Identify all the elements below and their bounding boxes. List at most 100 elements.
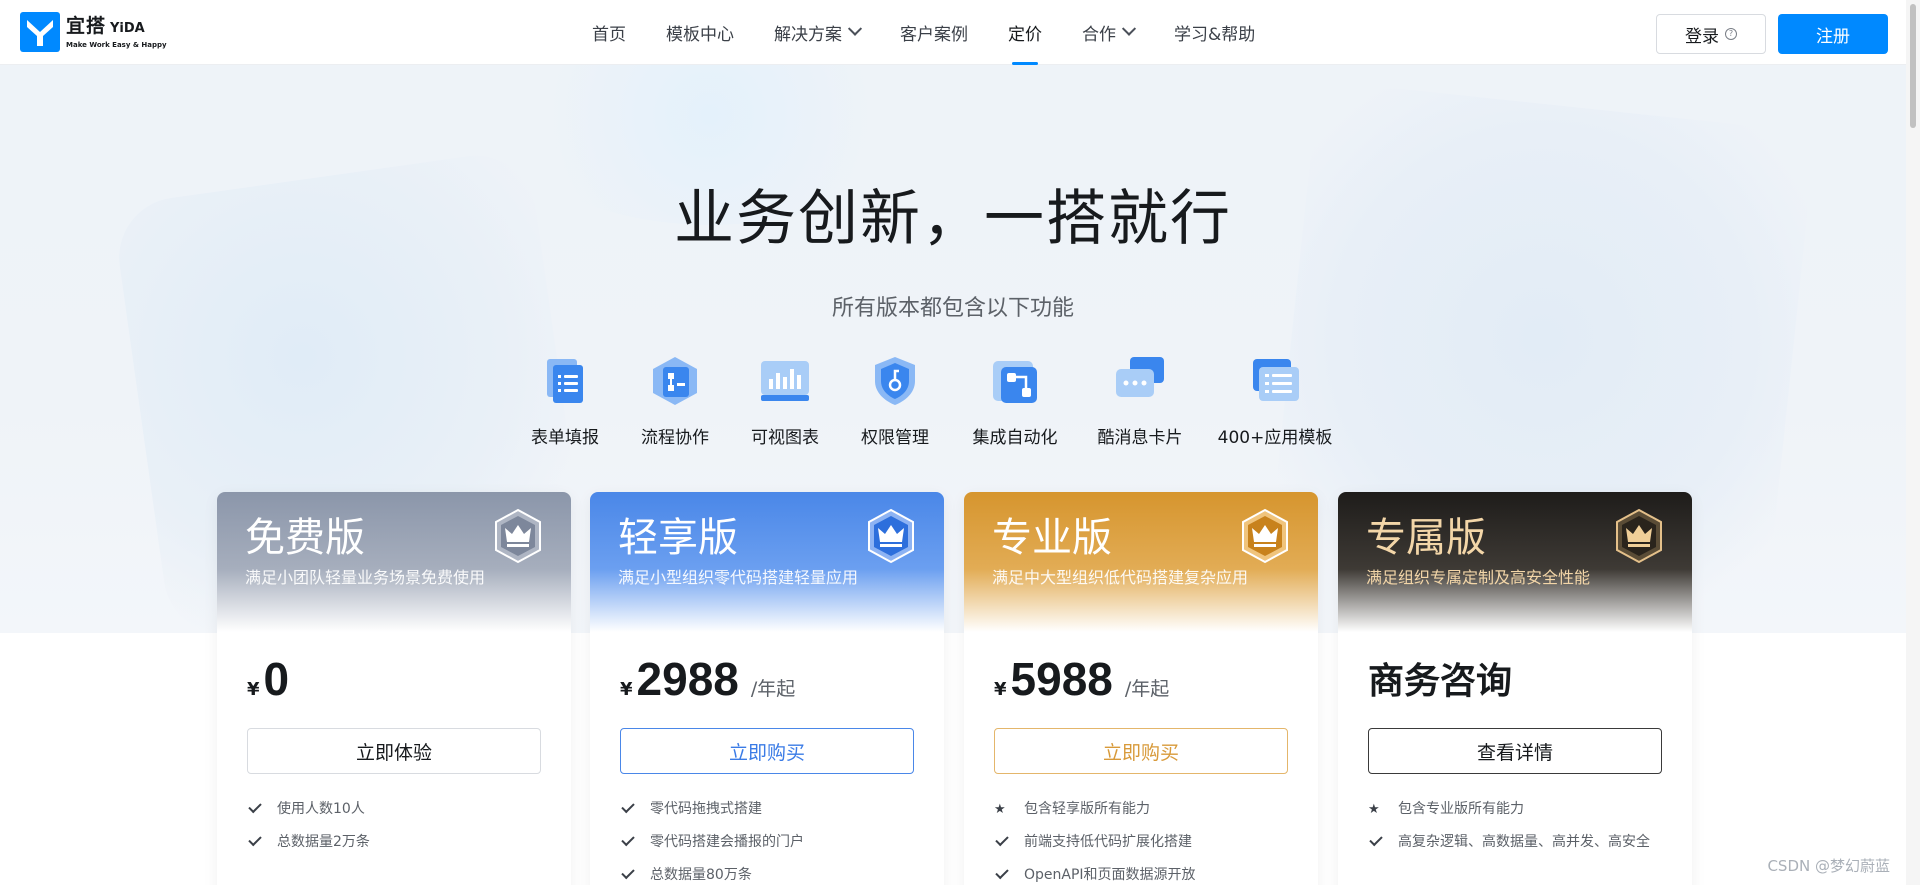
view-details-button[interactable]: 查看详情 — [1368, 728, 1662, 774]
nav-label: 首页 — [592, 25, 626, 45]
nav-label: 客户案例 — [900, 25, 968, 45]
price-unit: /年起 — [750, 678, 796, 700]
list-item: ★ 包含专业版所有能力 — [1368, 798, 1668, 820]
logo-en-text: YiDA — [110, 20, 145, 36]
price-unit: /年起 — [1124, 678, 1170, 700]
question-icon: ? — [1725, 28, 1737, 40]
price-amount: 5988 — [1010, 653, 1113, 705]
feature-text: 总数据量80万条 — [650, 867, 752, 883]
feature-form: 表单填报 — [520, 353, 610, 448]
nav-templates[interactable]: 模板中心 — [666, 0, 734, 65]
plan-feature-list: 零代码拖拽式搭建 零代码搭建会播报的门户 总数据量80万条 — [620, 798, 920, 885]
plan-header: 免费版 满足小团队轻量业务场景免费使用 — [217, 492, 571, 632]
yida-logo-icon — [20, 12, 60, 52]
workflow-icon — [653, 357, 697, 405]
check-icon — [248, 832, 262, 847]
plan-feature-list: 使用人数10人 总数据量2万条 — [247, 798, 547, 864]
form-icon — [547, 359, 583, 403]
list-item: OpenAPI和页面数据源开放 — [994, 864, 1294, 885]
plan-description: 满足小团队轻量业务场景免费使用 — [245, 568, 486, 587]
buy-now-button[interactable]: 立即购买 — [620, 728, 914, 774]
feature-integration: 集成自动化 — [960, 353, 1070, 448]
feature-text: 包含轻享版所有能力 — [1024, 801, 1150, 817]
plan-card-lite: 轻享版 满足小型组织零代码搭建轻量应用 ¥ 2988 /年起 立即购买 零代码拖… — [590, 492, 944, 885]
check-icon — [248, 799, 262, 814]
price-amount: 2988 — [636, 653, 739, 705]
list-item: 前端支持低代码扩展化搭建 — [994, 831, 1294, 853]
chevron-down-icon — [1121, 21, 1137, 36]
plan-header: 轻享版 满足小型组织零代码搭建轻量应用 — [590, 492, 944, 632]
nav-label: 合作 — [1082, 25, 1116, 45]
nav-learn-help[interactable]: 学习&帮助 — [1174, 0, 1255, 65]
csdn-watermark: CSDN @梦幻蔚蓝 — [1767, 857, 1890, 875]
currency-symbol: ¥ — [247, 679, 260, 700]
currency-symbol: ¥ — [994, 679, 1007, 700]
nav-label: 解决方案 — [774, 25, 842, 45]
main-nav: 首页 模板中心 解决方案 客户案例 定价 合作 学习&帮助 — [592, 0, 1295, 65]
plan-feature-list: ★ 包含轻享版所有能力 前端支持低代码扩展化搭建 OpenAPI和页面数据源开放 — [994, 798, 1294, 885]
star-icon: ★ — [1368, 802, 1380, 817]
permission-icon — [875, 357, 915, 405]
check-icon — [995, 832, 1009, 847]
register-button[interactable]: 注册 — [1778, 14, 1888, 54]
feature-label: 酷消息卡片 — [1097, 428, 1183, 448]
plan-description: 满足组织专属定制及高安全性能 — [1366, 568, 1591, 587]
plan-price: ¥ 5988 /年起 — [994, 652, 1169, 706]
template-icon — [1253, 359, 1299, 401]
nav-label: 模板中心 — [666, 25, 734, 45]
feature-permission: 权限管理 — [850, 353, 940, 448]
nav-label: 学习&帮助 — [1174, 25, 1256, 45]
crown-badge-icon — [495, 508, 541, 564]
currency-symbol: ¥ — [620, 679, 633, 700]
plan-card-free: 免费版 满足小团队轻量业务场景免费使用 ¥ 0 立即体验 使用人数10人 总数据… — [217, 492, 571, 885]
feature-text: 总数据量2万条 — [277, 834, 370, 850]
nav-solutions[interactable]: 解决方案 — [774, 0, 863, 65]
buy-now-button[interactable]: 立即购买 — [994, 728, 1288, 774]
login-button[interactable]: 登录 ? — [1656, 14, 1766, 54]
feature-text: 包含专业版所有能力 — [1398, 801, 1524, 817]
nav-label: 定价 — [1008, 25, 1042, 45]
page-scrollbar[interactable] — [1906, 0, 1920, 885]
plan-description: 满足小型组织零代码搭建轻量应用 — [618, 568, 859, 587]
feature-label: 表单填报 — [531, 428, 599, 448]
yida-logo[interactable]: 宜搭 YiDA Make Work Easy & Happy — [20, 12, 167, 52]
hero-title: 业务创新，一搭就行 — [674, 184, 1232, 254]
top-navbar: 宜搭 YiDA Make Work Easy & Happy 首页 模板中心 解决… — [0, 0, 1906, 65]
list-item: 总数据量2万条 — [247, 831, 547, 853]
feature-text: 高复杂逻辑、高数据量、高并发、高安全 — [1398, 834, 1650, 850]
crown-badge-icon — [1242, 508, 1288, 564]
list-item: 高复杂逻辑、高数据量、高并发、高安全 — [1368, 831, 1668, 853]
scrollbar-thumb[interactable] — [1910, 4, 1916, 128]
hero-subtitle: 所有版本都包含以下功能 — [831, 296, 1074, 321]
feature-label: 流程协作 — [641, 428, 709, 448]
feature-text: 前端支持低代码扩展化搭建 — [1024, 834, 1192, 850]
check-icon — [621, 865, 635, 880]
register-label: 注册 — [1816, 26, 1850, 47]
feature-workflow: 流程协作 — [630, 353, 720, 448]
chevron-down-icon — [847, 21, 863, 36]
try-now-button[interactable]: 立即体验 — [247, 728, 541, 774]
chart-icon — [761, 361, 809, 401]
message-card-icon — [1116, 357, 1164, 397]
feature-text: 零代码拖拽式搭建 — [650, 801, 762, 817]
crown-badge-icon — [1616, 508, 1662, 564]
price-amount: 0 — [263, 653, 290, 705]
nav-partners[interactable]: 合作 — [1082, 0, 1137, 65]
business-consult-label: 商务咨询 — [1368, 661, 1513, 702]
plan-feature-list: ★ 包含专业版所有能力 高复杂逻辑、高数据量、高并发、高安全 — [1368, 798, 1668, 864]
integration-icon — [993, 361, 1037, 403]
nav-cases[interactable]: 客户案例 — [900, 0, 968, 65]
logo-slogan: Make Work Easy & Happy — [66, 40, 167, 49]
plan-header: 专属版 满足组织专属定制及高安全性能 — [1338, 492, 1692, 632]
check-icon — [621, 832, 635, 847]
check-icon — [995, 865, 1009, 880]
plan-card-pro: 专业版 满足中大型组织低代码搭建复杂应用 ¥ 5988 /年起 立即购买 ★ 包含… — [964, 492, 1318, 885]
feature-message-card: 酷消息卡片 — [1090, 353, 1190, 448]
plan-price: ¥ 2988 /年起 — [620, 652, 795, 706]
plan-card-exclusive: 专属版 满足组织专属定制及高安全性能 商务咨询 查看详情 ★ 包含专业版所有能力 … — [1338, 492, 1692, 885]
feature-label: 集成自动化 — [972, 428, 1058, 448]
list-item: ★ 包含轻享版所有能力 — [994, 798, 1294, 820]
star-icon: ★ — [994, 802, 1006, 817]
nav-home[interactable]: 首页 — [592, 0, 626, 65]
nav-pricing[interactable]: 定价 — [1008, 0, 1042, 65]
